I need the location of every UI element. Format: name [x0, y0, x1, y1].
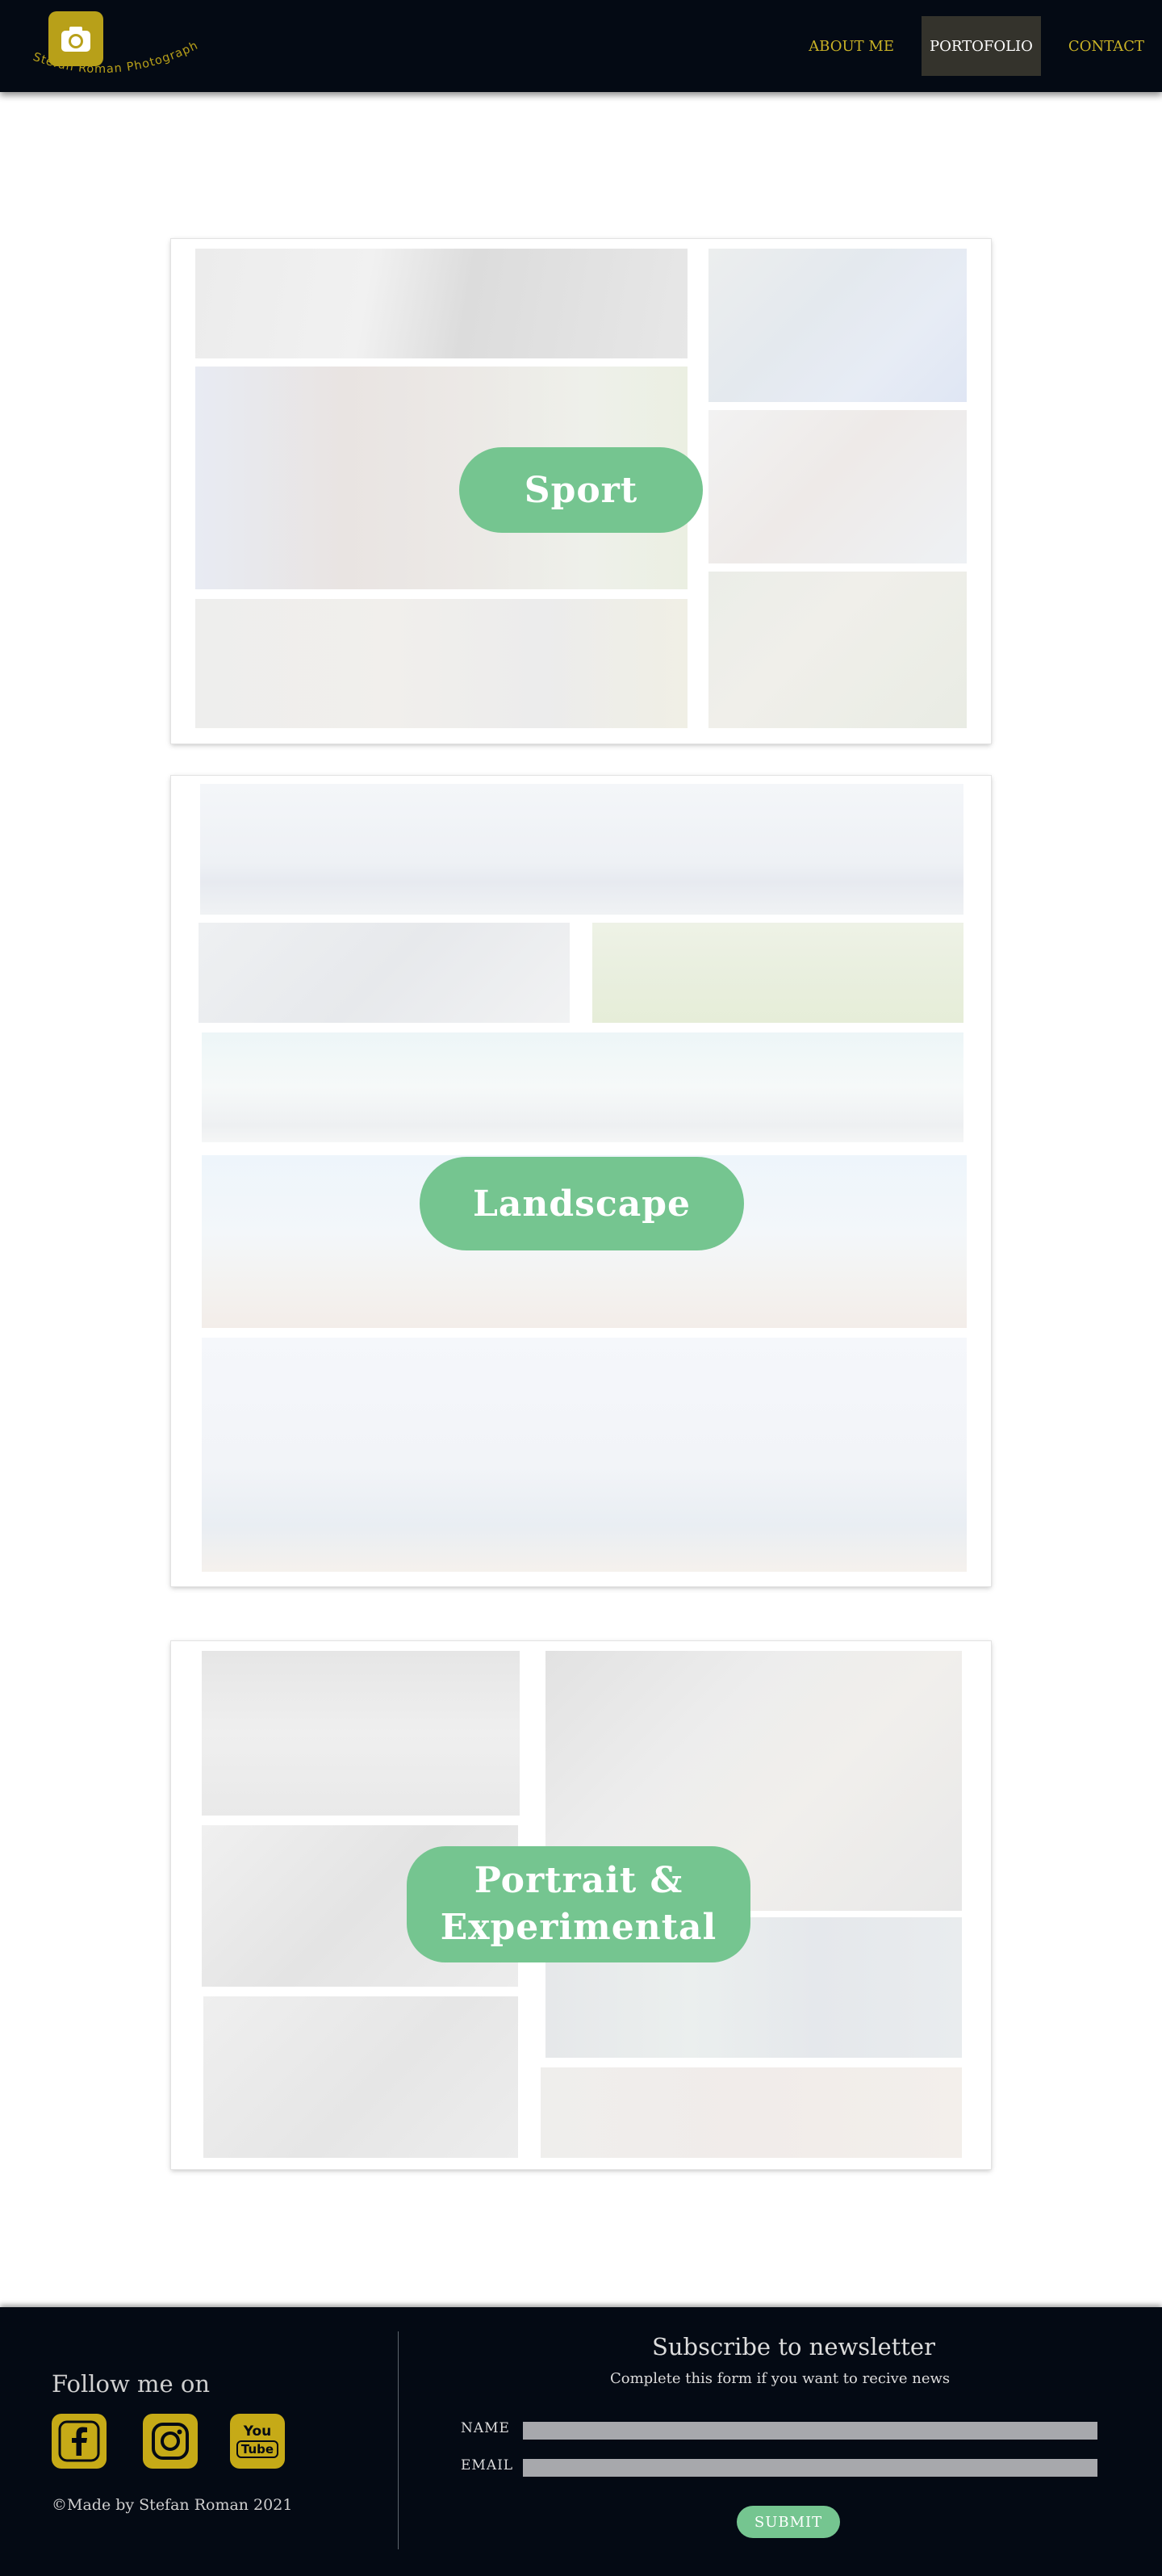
gallery-card-landscape[interactable]: Landscape: [171, 776, 991, 1586]
photo-tile: [195, 599, 688, 728]
footer-divider: [398, 2331, 399, 2549]
brand-logo[interactable]: Stefan Roman Photography: [24, 8, 202, 89]
nav-item-portofolio[interactable]: PORTOFOLIO: [921, 16, 1041, 76]
photo-tile: [202, 1338, 967, 1572]
follow-title: Follow me on: [52, 2370, 211, 2398]
gallery-label-sport[interactable]: Sport: [459, 447, 703, 533]
nav-item-about-me[interactable]: ABOUT ME: [800, 16, 902, 76]
photo-tile: [708, 572, 967, 728]
gallery-label-line: Portrait &: [474, 1860, 683, 1901]
newsletter-title: Subscribe to newsletter: [652, 2333, 935, 2360]
svg-text:Stefan Roman Photography: Stefan Roman Photography: [24, 32, 200, 76]
main-nav: ABOUT ME PORTOFOLIO CONTACT: [791, 16, 1162, 76]
youtube-icon-text: Tube: [236, 2440, 279, 2458]
photo-tile: [541, 2067, 962, 2158]
site-header: Stefan Roman Photography ABOUT ME PORTOF…: [0, 0, 1162, 92]
photo-tile: [708, 410, 967, 563]
gallery-label-portrait-experimental[interactable]: Portrait & Experimental: [407, 1846, 750, 1962]
newsletter-subtitle: Complete this form if you want to recive…: [610, 2370, 951, 2387]
facebook-icon[interactable]: [52, 2414, 107, 2469]
instagram-icon[interactable]: [143, 2414, 198, 2469]
site-footer: Follow me on You Tube ©Made by Stefan Ro…: [0, 2307, 1162, 2576]
email-field[interactable]: [523, 2459, 1097, 2477]
gallery-card-portrait[interactable]: Portrait & Experimental: [171, 1641, 991, 2169]
photo-tile: [708, 249, 967, 402]
nav-item-contact[interactable]: CONTACT: [1060, 16, 1152, 76]
youtube-icon[interactable]: You Tube: [230, 2414, 285, 2469]
photo-tile: [202, 1032, 963, 1142]
youtube-icon-text: You: [243, 2423, 272, 2440]
name-label: NAME: [461, 2420, 510, 2436]
photo-tile: [202, 1651, 520, 1816]
photo-tile: [203, 1996, 518, 2158]
photo-tile: [592, 923, 963, 1023]
gallery-label-landscape[interactable]: Landscape: [420, 1157, 744, 1250]
gallery-label-line: Experimental: [440, 1907, 717, 1948]
name-field[interactable]: [523, 2422, 1097, 2440]
copyright-text: ©Made by Stefan Roman 2021: [52, 2496, 293, 2514]
photo-tile: [200, 784, 963, 915]
gallery-card-sport[interactable]: Sport: [171, 239, 991, 743]
photo-tile: [199, 923, 570, 1023]
submit-button[interactable]: SUBMIT: [737, 2506, 840, 2538]
email-label: EMAIL: [461, 2457, 514, 2473]
photo-tile: [195, 249, 688, 358]
brand-logo-text: Stefan Roman Photography: [24, 32, 200, 76]
